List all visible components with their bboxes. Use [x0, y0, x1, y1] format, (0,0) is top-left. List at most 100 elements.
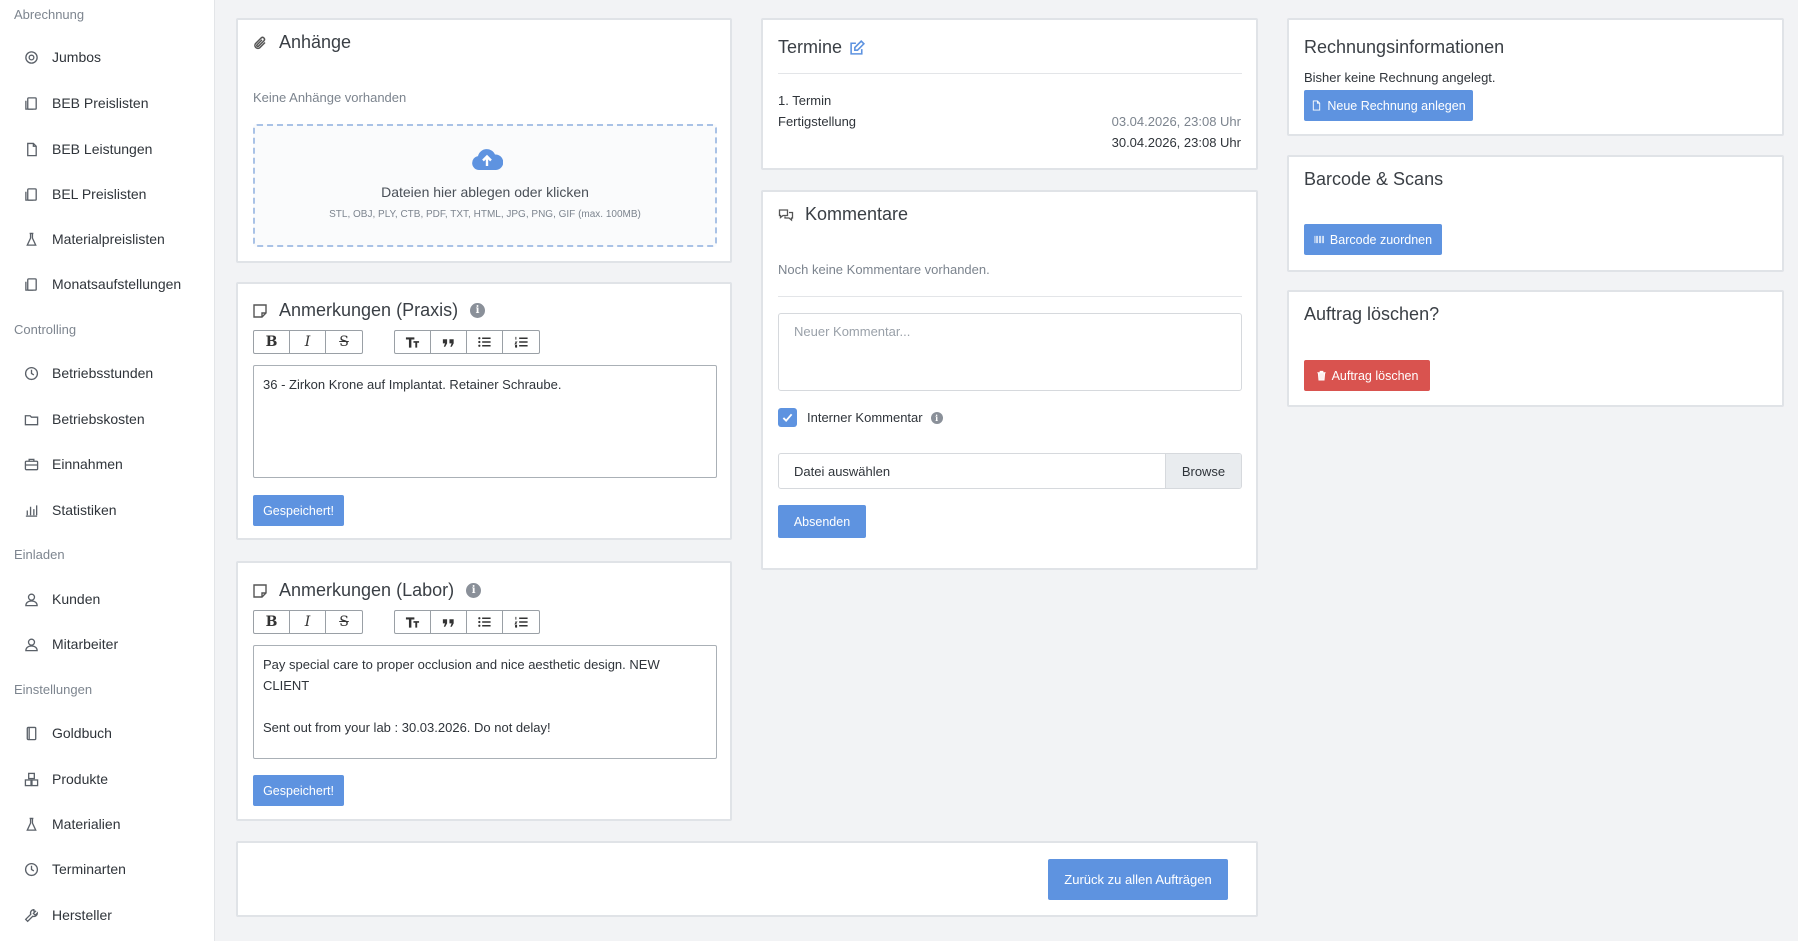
strikethrough-button[interactable]: S	[326, 331, 362, 353]
termine-card: Termine 1. Termin Fertigstellung 03.04.2…	[761, 18, 1258, 170]
new-invoice-button[interactable]: Neue Rechnung anlegen	[1304, 90, 1473, 121]
sidebar-section-einladen: Einladen	[14, 547, 65, 562]
check-icon	[782, 413, 793, 423]
notes-praxis-card: Anmerkungen (Praxis) i B I S 36 - Zirkon…	[236, 282, 732, 540]
quote-button[interactable]	[431, 611, 467, 633]
fertigstellung-label: Fertigstellung	[778, 114, 857, 129]
notes-labor-text-line-2: Sent out from your lab : 30.03.2026. Do …	[263, 720, 551, 735]
sidebar-item-betriebskosten[interactable]: Betriebskosten	[0, 401, 214, 437]
documents-icon	[23, 186, 39, 202]
trash-icon	[1316, 370, 1326, 381]
text-size-button[interactable]	[395, 331, 431, 353]
paperclip-icon	[252, 34, 270, 52]
back-to-orders-button[interactable]: Zurück zu allen Aufträgen	[1048, 859, 1228, 900]
quote-icon	[442, 619, 454, 627]
sidebar-item-label: Mitarbeiter	[52, 636, 119, 652]
list-ol-icon	[513, 616, 528, 628]
delete-order-title: Auftrag löschen?	[1304, 304, 1440, 324]
bold-button[interactable]: B	[254, 331, 290, 353]
footer-bar: Zurück zu allen Aufträgen	[236, 841, 1258, 917]
termin-date-2: 30.04.2026, 23:08 Uhr	[1111, 135, 1241, 150]
documents-icon	[23, 276, 39, 292]
sidebar-item-label: BEB Leistungen	[52, 141, 153, 157]
sidebar-item-mitarbeiter[interactable]: Mitarbeiter	[0, 626, 214, 662]
notes-praxis-save-button[interactable]: Gespeichert!	[253, 495, 344, 526]
italic-button[interactable]: I	[290, 331, 326, 353]
barcode-card: Barcode & Scans Barcode zuordnen	[1287, 155, 1784, 272]
italic-button[interactable]: I	[290, 611, 326, 633]
sidebar-item-einnahmen[interactable]: Einnahmen	[0, 446, 214, 482]
notes-labor-save-button[interactable]: Gespeichert!	[253, 775, 344, 806]
numbered-list-button[interactable]	[503, 331, 539, 353]
sidebar-item-goldbuch[interactable]: Goldbuch	[0, 715, 214, 751]
sidebar-item-statistiken[interactable]: Statistiken	[0, 492, 214, 528]
comments-card: Kommentare Noch keine Kommentare vorhand…	[761, 190, 1258, 570]
clock-icon	[23, 861, 39, 877]
sidebar-section-einstellungen: Einstellungen	[14, 682, 93, 697]
sidebar-item-label: Betriebskosten	[52, 411, 145, 427]
notes-labor-title: Anmerkungen (Labor) i	[252, 580, 482, 601]
text-size-button[interactable]	[395, 611, 431, 633]
comments-icon	[778, 206, 796, 224]
info-icon[interactable]: i	[930, 411, 943, 424]
info-icon[interactable]: i	[466, 583, 482, 598]
folder-icon	[23, 411, 39, 427]
sidebar-item-label: Hersteller	[52, 907, 112, 923]
attachments-empty-text: Keine Anhänge vorhanden	[253, 90, 407, 105]
sidebar-item-materialpreislisten[interactable]: Materialpreislisten	[0, 221, 214, 257]
internal-comment-checkbox[interactable]	[778, 408, 797, 427]
dropzone-main-text: Dateien hier ablegen oder klicken	[381, 184, 589, 200]
quote-button[interactable]	[431, 331, 467, 353]
delete-order-button[interactable]: Auftrag löschen	[1304, 360, 1430, 391]
sidebar-item-produkte[interactable]: Produkte	[0, 761, 214, 797]
format-toolbar-basic: B I S	[253, 330, 363, 354]
bullet-list-button[interactable]	[467, 611, 503, 633]
sidebar-item-terminarten[interactable]: Terminarten	[0, 851, 214, 887]
termin-1-label: 1. Termin	[778, 93, 832, 108]
sidebar-item-label: Einnahmen	[52, 456, 123, 472]
file-dropzone[interactable]: Dateien hier ablegen oder klicken STL, O…	[253, 124, 717, 247]
sidebar-item-jumbos[interactable]: Jumbos	[0, 39, 214, 75]
browse-button[interactable]: Browse	[1165, 454, 1241, 488]
notes-labor-editor[interactable]: Pay special care to proper occlusion and…	[253, 645, 717, 759]
notes-praxis-text: 36 - Zirkon Krone auf Implantat. Retaine…	[263, 377, 562, 392]
send-comment-button[interactable]: Absenden	[778, 505, 866, 538]
bold-button[interactable]: B	[254, 611, 290, 633]
attachments-title: Anhänge	[252, 32, 351, 53]
file-input[interactable]: Datei auswählen Browse	[778, 453, 1242, 489]
sidebar-item-materialien[interactable]: Materialien	[0, 806, 214, 842]
bar-chart-icon	[23, 502, 39, 518]
cloud-upload-icon	[471, 146, 504, 172]
sidebar-item-betriebsstunden[interactable]: Betriebsstunden	[0, 355, 214, 391]
sidebar-item-label: Materialpreislisten	[52, 231, 165, 247]
edit-icon[interactable]	[849, 39, 866, 56]
strikethrough-button[interactable]: S	[326, 611, 362, 633]
wrench-icon	[23, 907, 39, 923]
notes-labor-text-line-1: Pay special care to proper occlusion and…	[263, 657, 660, 693]
user-icon	[23, 591, 39, 607]
quote-icon	[442, 339, 454, 347]
notes-praxis-title-text: Anmerkungen (Praxis)	[279, 300, 459, 320]
sidebar-item-hersteller[interactable]: Hersteller	[0, 897, 214, 933]
clock-icon	[23, 365, 39, 381]
new-comment-input[interactable]: Neuer Kommentar...	[778, 313, 1242, 391]
list-ul-icon	[478, 337, 491, 347]
sidebar-item-kunden[interactable]: Kunden	[0, 581, 214, 617]
sidebar-item-label: Jumbos	[52, 49, 102, 65]
boxes-icon	[23, 771, 39, 787]
info-icon[interactable]: i	[470, 303, 486, 318]
numbered-list-button[interactable]	[503, 611, 539, 633]
document-icon	[1313, 100, 1321, 111]
document-icon	[23, 141, 39, 157]
notes-praxis-editor[interactable]: 36 - Zirkon Krone auf Implantat. Retaine…	[253, 365, 717, 478]
format-toolbar-blocks	[394, 330, 540, 354]
assign-barcode-button[interactable]: Barcode zuordnen	[1304, 224, 1442, 255]
bullet-list-button[interactable]	[467, 331, 503, 353]
termine-title-text: Termine	[778, 37, 843, 57]
sidebar-item-monatsaufstellungen[interactable]: Monatsaufstellungen	[0, 266, 214, 302]
internal-comment-label-text: Interner Kommentar	[807, 410, 923, 425]
sidebar-item-bel-preislisten[interactable]: BEL Preislisten	[0, 176, 214, 212]
sidebar-item-beb-preislisten[interactable]: BEB Preislisten	[0, 85, 214, 121]
flask-icon	[23, 816, 39, 832]
sidebar-item-beb-leistungen[interactable]: BEB Leistungen	[0, 131, 214, 167]
